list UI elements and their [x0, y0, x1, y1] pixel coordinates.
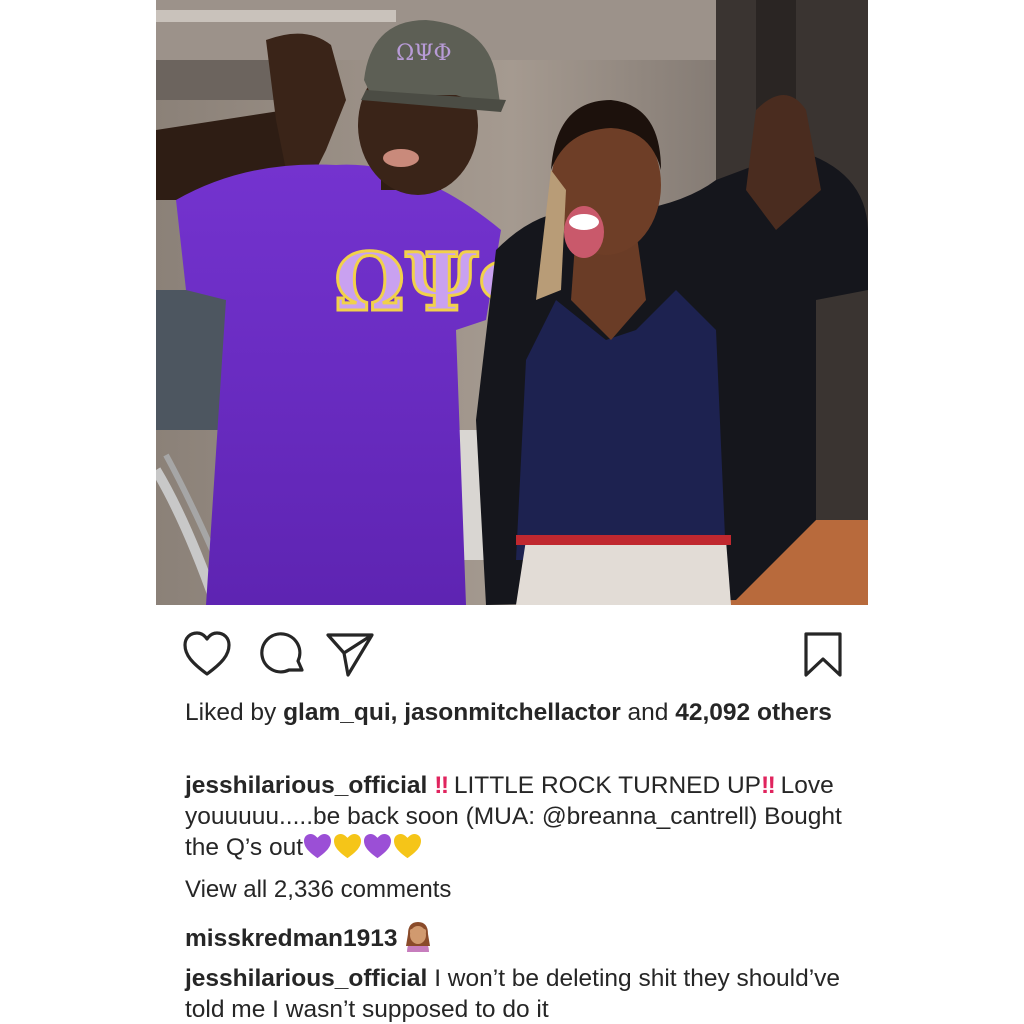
- post-photo[interactable]: ΩΨΦ ΩΨΦ: [156, 0, 868, 605]
- likes-others[interactable]: others: [757, 699, 832, 726]
- hat-letters: ΩΨΦ: [396, 41, 452, 66]
- save-button[interactable]: [800, 630, 846, 680]
- comment-item: misskredman1913: [185, 920, 845, 954]
- double-exclamation-emoji: ‼: [761, 772, 776, 799]
- heart-outline-icon: [183, 631, 231, 676]
- post-caption: jesshilarious_official ‼ LITTLE ROCK TUR…: [185, 770, 845, 863]
- bookmark-icon: [804, 632, 842, 677]
- likes-summary: Liked by glam_qui, jasonmitchellactor an…: [185, 697, 845, 728]
- purple-heart-emoji: [304, 833, 332, 859]
- comment-button[interactable]: [258, 630, 308, 680]
- post-photo-illustration: ΩΨΦ ΩΨΦ: [156, 0, 868, 605]
- caption-mention[interactable]: @breanna_cantrell: [542, 803, 749, 830]
- likes-and: and: [627, 699, 669, 726]
- post-actions-bar: [0, 626, 1024, 682]
- double-exclamation-emoji: ‼: [434, 772, 449, 799]
- caption-username[interactable]: jesshilarious_official: [185, 772, 427, 799]
- liker-link-1[interactable]: glam_qui: [283, 699, 391, 726]
- purple-heart-emoji: [364, 833, 392, 859]
- likes-prefix: Liked by: [185, 699, 277, 726]
- comment-username[interactable]: misskredman1913: [185, 925, 397, 952]
- liker-separator: ,: [390, 699, 398, 726]
- liker-link-2[interactable]: jasonmitchellactor: [404, 699, 620, 726]
- instagram-post: ΩΨΦ ΩΨΦ Liked by glam_qui, jasonmitchell…: [0, 0, 1024, 1024]
- comment-username[interactable]: jesshilarious_official: [185, 965, 427, 992]
- yellow-heart-emoji: [394, 833, 422, 859]
- woman-facepalming-emoji: [406, 922, 431, 952]
- share-button[interactable]: [325, 630, 375, 680]
- speech-bubble-icon: [260, 632, 304, 674]
- likes-count[interactable]: 42,092: [675, 699, 750, 726]
- paper-plane-icon: [326, 633, 374, 677]
- caption-text-1: LITTLE ROCK TURNED UP: [453, 772, 762, 799]
- like-button[interactable]: [182, 630, 232, 680]
- view-all-comments-link[interactable]: View all 2,336 comments: [185, 874, 845, 905]
- yellow-heart-emoji: [334, 833, 362, 859]
- comment-item: jesshilarious_official I won’t be deleti…: [185, 963, 845, 1024]
